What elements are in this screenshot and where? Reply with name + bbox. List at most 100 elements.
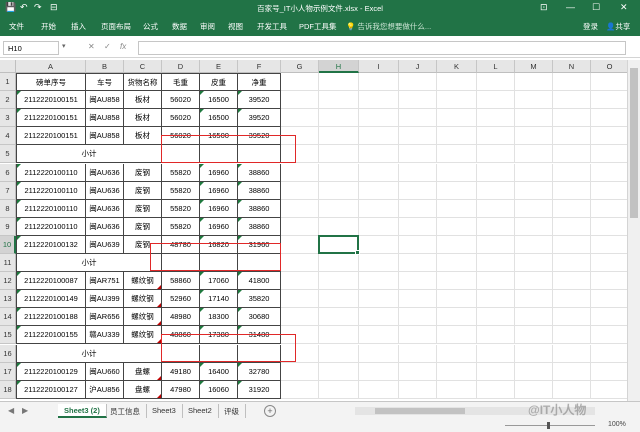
ticket-number-cell[interactable]: 2112220100127 <box>16 380 86 399</box>
empty-cell[interactable] <box>437 127 477 146</box>
empty-cell[interactable] <box>553 326 591 345</box>
empty-cell[interactable] <box>281 254 319 273</box>
sheet-tab[interactable]: Sheet2 <box>182 404 219 418</box>
empty-cell[interactable] <box>359 326 399 345</box>
empty-cell[interactable] <box>553 272 591 291</box>
empty-cell[interactable] <box>591 200 627 218</box>
tab-formulas[interactable]: 公式 <box>143 21 158 32</box>
empty-cell[interactable] <box>437 344 477 363</box>
column-header-o[interactable]: O <box>591 60 627 73</box>
empty-cell[interactable] <box>399 344 437 363</box>
empty-cell[interactable] <box>399 272 437 291</box>
empty-cell[interactable] <box>477 290 515 309</box>
empty-cell[interactable] <box>477 91 515 110</box>
weight-cell[interactable]: 55820 <box>162 199 200 218</box>
empty-cell[interactable] <box>319 290 359 309</box>
empty-cell[interactable] <box>281 91 319 110</box>
empty-cell[interactable] <box>319 362 359 381</box>
empty-cell[interactable] <box>553 91 591 110</box>
weight-cell[interactable]: 55820 <box>162 217 200 236</box>
ticket-number-cell[interactable]: 2112220100151 <box>16 127 86 146</box>
empty-cell[interactable] <box>319 326 359 345</box>
insert-function-icon[interactable]: fx <box>120 42 126 51</box>
weight-cell[interactable]: 35820 <box>238 290 281 309</box>
empty-cell[interactable] <box>437 145 477 164</box>
weight-cell[interactable]: 17140 <box>200 290 238 309</box>
ticket-number-cell[interactable]: 2112220100151 <box>16 109 86 128</box>
plate-cell[interactable]: 闽AU660 <box>86 362 124 381</box>
plate-cell[interactable]: 闽AU399 <box>86 290 124 309</box>
sheet-tab[interactable]: 员工信息 <box>104 404 147 418</box>
column-header-j[interactable]: J <box>399 60 437 73</box>
row-header-4[interactable]: 4 <box>0 127 16 146</box>
empty-cell[interactable] <box>553 145 591 164</box>
ticket-number-cell[interactable]: 2112220100110 <box>16 181 86 200</box>
empty-cell[interactable] <box>477 362 515 381</box>
empty-cell[interactable] <box>399 163 437 182</box>
empty-cell[interactable] <box>553 308 591 327</box>
weight-cell[interactable]: 16500 <box>200 91 238 110</box>
weight-cell[interactable]: 47980 <box>162 380 200 399</box>
row-header-12[interactable]: 12 <box>0 272 16 291</box>
ticket-number-cell[interactable]: 2112220100151 <box>16 91 86 110</box>
empty-cell[interactable] <box>319 199 359 218</box>
fill-handle[interactable] <box>355 249 360 255</box>
weight-cell[interactable]: 16400 <box>200 362 238 381</box>
goods-cell[interactable]: 盘螺 <box>124 380 162 399</box>
column-header-a[interactable]: A <box>16 60 86 73</box>
goods-cell[interactable]: 废钢 <box>124 163 162 182</box>
zoom-slider-handle[interactable] <box>547 422 550 429</box>
tell-me-search[interactable]: 💡 告诉我您想要做什么... <box>346 21 431 32</box>
header-cell[interactable]: 毛重 <box>162 73 200 92</box>
row-header-8[interactable]: 8 <box>0 199 16 218</box>
row-header-14[interactable]: 14 <box>0 308 16 327</box>
plate-cell[interactable]: 闽AU636 <box>86 199 124 218</box>
empty-cell[interactable] <box>515 73 553 92</box>
weight-cell[interactable]: 17060 <box>200 272 238 291</box>
empty-cell[interactable] <box>319 380 359 399</box>
tab-review[interactable]: 审阅 <box>200 21 215 32</box>
tab-insert[interactable]: 插入 <box>71 21 86 32</box>
empty-cell[interactable] <box>319 217 359 236</box>
goods-cell[interactable]: 板材 <box>124 109 162 128</box>
empty-cell[interactable] <box>399 127 437 146</box>
empty-cell[interactable] <box>515 380 553 399</box>
empty-cell[interactable] <box>591 127 627 146</box>
formula-input[interactable] <box>138 41 626 55</box>
ticket-number-cell[interactable]: 2112220100087 <box>16 272 86 291</box>
empty-cell[interactable] <box>437 109 477 128</box>
empty-cell[interactable] <box>553 235 591 254</box>
weight-cell[interactable]: 30680 <box>238 308 281 327</box>
row-header-3[interactable]: 3 <box>0 109 16 128</box>
empty-cell[interactable] <box>477 73 515 92</box>
empty-cell[interactable] <box>591 326 627 345</box>
empty-cell[interactable] <box>591 381 627 399</box>
empty-cell[interactable] <box>399 380 437 399</box>
row-header-18[interactable]: 18 <box>0 380 16 399</box>
empty-cell[interactable] <box>591 254 627 273</box>
plate-cell[interactable]: 沪AU856 <box>86 380 124 399</box>
plate-cell[interactable]: 闽AU858 <box>86 91 124 110</box>
ticket-number-cell[interactable]: 2112220100129 <box>16 362 86 381</box>
row-header-13[interactable]: 13 <box>0 290 16 309</box>
empty-cell[interactable] <box>281 290 319 309</box>
weight-cell[interactable]: 41800 <box>238 272 281 291</box>
plate-cell[interactable]: 赣AU339 <box>86 326 124 345</box>
empty-cell[interactable] <box>591 109 627 128</box>
column-header-n[interactable]: N <box>553 60 591 73</box>
empty-cell[interactable] <box>437 91 477 110</box>
empty-cell[interactable] <box>477 308 515 327</box>
row-header-7[interactable]: 7 <box>0 181 16 200</box>
undo-icon[interactable]: ↶ <box>20 2 28 13</box>
empty-cell[interactable] <box>591 91 627 110</box>
header-cell[interactable]: 车号 <box>86 73 124 92</box>
weight-cell[interactable]: 56020 <box>162 109 200 128</box>
weight-cell[interactable]: 38860 <box>238 217 281 236</box>
empty-cell[interactable] <box>553 199 591 218</box>
row-header-9[interactable]: 9 <box>0 217 16 236</box>
ticket-number-cell[interactable]: 2112220100110 <box>16 199 86 218</box>
empty-cell[interactable] <box>359 290 399 309</box>
ticket-number-cell[interactable]: 2112220100132 <box>16 235 86 254</box>
empty-cell[interactable] <box>319 181 359 200</box>
weight-cell[interactable]: 16960 <box>200 163 238 182</box>
